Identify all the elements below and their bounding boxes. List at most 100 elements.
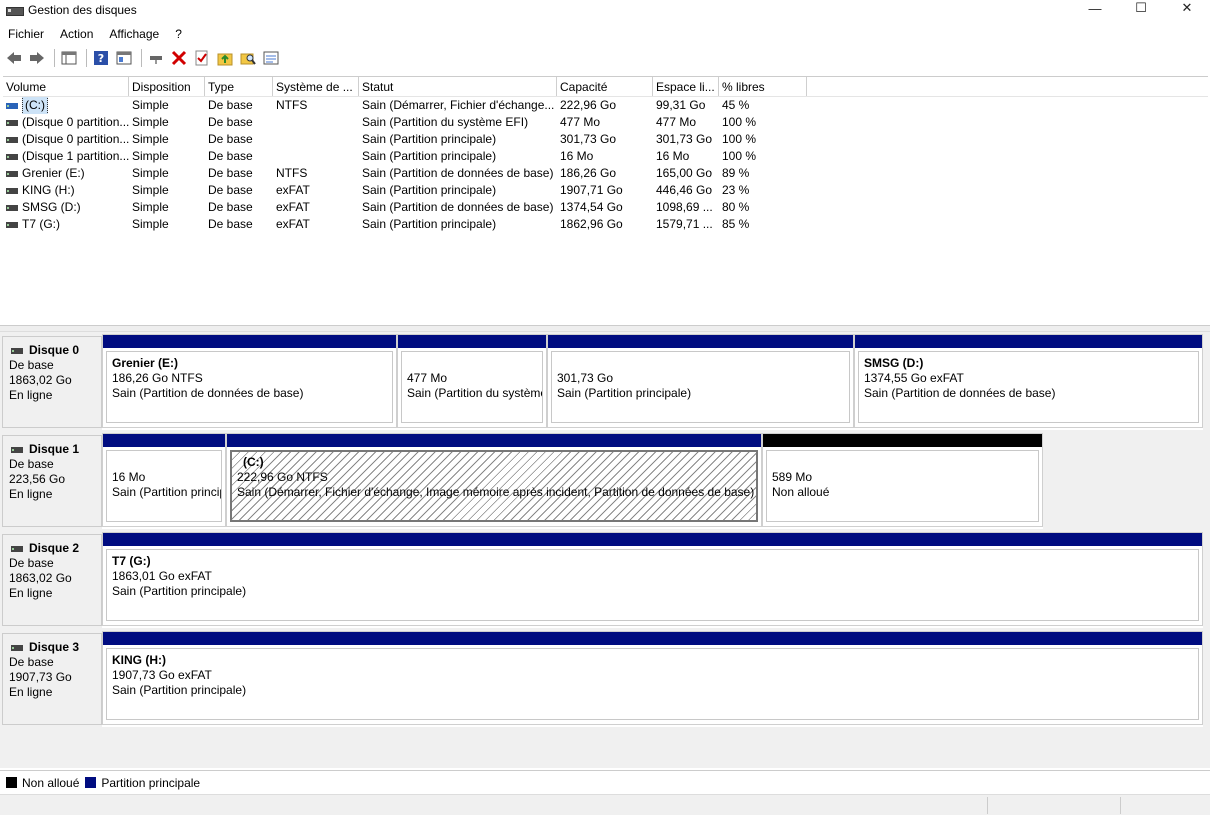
disk-1-info[interactable]: Disque 1 De base 223,56 Go En ligne bbox=[2, 435, 102, 527]
cell-capacite: 301,73 Go bbox=[560, 132, 617, 146]
cell-volume: (C:) bbox=[3, 97, 129, 114]
folder-up-icon[interactable] bbox=[215, 48, 235, 68]
partition-status: Sain (Partition du système EFI) bbox=[407, 386, 543, 400]
connect-drive-icon[interactable] bbox=[146, 48, 166, 68]
column-header-filesystem[interactable]: Système de ... bbox=[273, 77, 359, 96]
back-arrow-icon[interactable] bbox=[4, 48, 24, 68]
partition-name: (C:) bbox=[243, 455, 264, 469]
check-icon[interactable] bbox=[192, 48, 212, 68]
partition-t7[interactable]: T7 (G:) 1863,01 Go exFAT Sain (Partition… bbox=[102, 532, 1203, 626]
partition-name: KING (H:) bbox=[112, 653, 166, 667]
disk-state: En ligne bbox=[9, 586, 53, 600]
disk-2: Disque 2 De base 1863,02 Go En ligne T7 … bbox=[0, 532, 1205, 628]
disk-name: Disque 2 bbox=[29, 541, 80, 555]
partition-efi[interactable]: 477 Mo Sain (Partition du système EFI) bbox=[397, 334, 547, 428]
legend-label: Non alloué bbox=[22, 775, 80, 790]
column-header-volume[interactable]: Volume bbox=[3, 77, 129, 96]
column-header-espace-libre[interactable]: Espace li... bbox=[653, 77, 719, 96]
cell-disposition: Simple bbox=[132, 132, 169, 146]
partition-smsg[interactable]: SMSG (D:) 1374,55 Go exFAT Sain (Partiti… bbox=[854, 334, 1203, 428]
partition-principale-301[interactable]: 301,73 Go Sain (Partition principale) bbox=[547, 334, 854, 428]
partition-king[interactable]: KING (H:) 1907,73 Go exFAT Sain (Partiti… bbox=[102, 631, 1203, 725]
table-row[interactable]: Grenier (E:) Simple De base NTFS Sain (Parti… bbox=[3, 165, 1208, 182]
disk-state: En ligne bbox=[9, 388, 53, 402]
partition-grenier[interactable]: Grenier (E:) 186,26 Go NTFS Sain (Partit… bbox=[102, 334, 397, 428]
disk-icon bbox=[11, 644, 23, 651]
delete-icon[interactable] bbox=[169, 48, 189, 68]
close-button[interactable]: ✕ bbox=[1164, 0, 1210, 16]
cell-pct-libres: 100 % bbox=[722, 149, 757, 163]
table-row[interactable]: (Disque 1 partition... Simple De base Sain … bbox=[3, 148, 1208, 165]
maximize-button[interactable]: ☐ bbox=[1118, 0, 1164, 16]
menu-affichage[interactable]: Affichage bbox=[101, 27, 167, 41]
cell-capacite: 1374,54 Go bbox=[560, 200, 623, 214]
menu-help[interactable]: ? bbox=[167, 27, 190, 41]
disk-list-icon[interactable] bbox=[261, 48, 281, 68]
partition-status: Sain (Partition principale) bbox=[112, 683, 247, 697]
status-divider bbox=[1120, 797, 1121, 814]
cell-capacite: 186,26 Go bbox=[560, 166, 617, 180]
disk-0-partitions: Grenier (E:) 186,26 Go NTFS Sain (Partit… bbox=[102, 334, 1203, 430]
minimize-button[interactable]: — bbox=[1072, 0, 1118, 16]
column-header-pct-libres[interactable]: % libres bbox=[719, 77, 807, 96]
table-row[interactable]: T7 (G:) Simple De base exFAT Sain (Partition… bbox=[3, 216, 1208, 233]
cell-statut: Sain (Partition de données de base) bbox=[362, 200, 554, 214]
cell-espace-libre: 446,46 Go bbox=[656, 183, 713, 197]
cell-volume: T7 (G:) bbox=[3, 216, 129, 233]
column-header-type[interactable]: Type bbox=[205, 77, 273, 96]
forward-arrow-icon[interactable] bbox=[27, 48, 47, 68]
disk-2-info[interactable]: Disque 2 De base 1863,02 Go En ligne bbox=[2, 534, 102, 626]
partition-16mo[interactable]: 16 Mo Sain (Partition principale) bbox=[102, 433, 226, 527]
cell-disposition: Simple bbox=[132, 217, 169, 231]
disk-management-icon bbox=[6, 4, 24, 16]
disk-3-info[interactable]: Disque 3 De base 1907,73 Go En ligne bbox=[2, 633, 102, 725]
menu-action[interactable]: Action bbox=[52, 27, 101, 41]
disk-0: Disque 0 De base 1863,02 Go En ligne Gre… bbox=[0, 334, 1205, 430]
disk-1-partitions: 16 Mo Sain (Partition principale) (C:) 2… bbox=[102, 433, 1043, 529]
help-icon[interactable]: ? bbox=[91, 48, 111, 68]
volume-icon bbox=[6, 102, 18, 109]
disk-name: Disque 1 bbox=[29, 442, 80, 456]
menu-fichier[interactable]: Fichier bbox=[0, 27, 52, 41]
volume-name: (Disque 1 partition... bbox=[22, 149, 129, 163]
table-row[interactable]: (C:) Simple De base NTFS Sain (Démarrer, Fic… bbox=[3, 97, 1208, 114]
partition-unallocated[interactable]: 589 Mo Non alloué bbox=[762, 433, 1043, 527]
disk-0-info[interactable]: Disque 0 De base 1863,02 Go En ligne bbox=[2, 336, 102, 428]
legend-label: Partition principale bbox=[101, 775, 201, 790]
console-tree-icon[interactable] bbox=[59, 48, 79, 68]
cell-capacite: 16 Mo bbox=[560, 149, 594, 163]
volume-icon bbox=[6, 187, 18, 194]
partition-c[interactable]: (C:) 222,96 Go NTFS Sain (Démarrer, Fich… bbox=[226, 433, 762, 527]
partition-name bbox=[557, 356, 844, 371]
partition-body: 301,73 Go Sain (Partition principale) bbox=[551, 351, 850, 423]
cell-type: De base bbox=[208, 98, 253, 112]
partition-body: 477 Mo Sain (Partition du système EFI) bbox=[401, 351, 543, 423]
cell-pct-libres: 80 % bbox=[722, 200, 750, 214]
volume-name: SMSG (D:) bbox=[22, 200, 81, 214]
search-folder-icon[interactable] bbox=[238, 48, 258, 68]
partition-name bbox=[772, 455, 1033, 470]
table-row[interactable]: (Disque 0 partition... Simple De base Sain … bbox=[3, 114, 1208, 131]
table-row[interactable]: SMSG (D:) Simple De base exFAT Sain (Partiti… bbox=[3, 199, 1208, 216]
partition-size: 16 Mo bbox=[112, 470, 146, 484]
volume-icon bbox=[6, 136, 18, 143]
disk-icon bbox=[11, 545, 23, 552]
cell-statut: Sain (Partition principale) bbox=[362, 183, 497, 197]
table-row[interactable]: KING (H:) Simple De base exFAT Sain (Partiti… bbox=[3, 182, 1208, 199]
column-header-disposition[interactable]: Disposition bbox=[129, 77, 205, 96]
cell-espace-libre: 99,31 Go bbox=[656, 98, 706, 112]
disk-icon bbox=[11, 347, 23, 354]
pane-splitter[interactable] bbox=[0, 325, 1210, 332]
cell-statut: Sain (Partition principale) bbox=[362, 149, 497, 163]
column-header-statut[interactable]: Statut bbox=[359, 77, 557, 96]
table-row[interactable]: (Disque 0 partition... Simple De base Sain … bbox=[3, 131, 1208, 148]
cell-statut: Sain (Partition du système EFI) bbox=[362, 115, 529, 129]
column-header-capacite[interactable]: Capacité bbox=[557, 77, 653, 96]
properties-icon[interactable] bbox=[114, 48, 134, 68]
disk-state: En ligne bbox=[9, 487, 53, 501]
volume-name: KING (H:) bbox=[22, 183, 75, 197]
disk-type: De base bbox=[9, 358, 54, 372]
cell-volume: Grenier (E:) bbox=[3, 165, 129, 182]
cell-type: De base bbox=[208, 149, 253, 163]
cell-espace-libre: 1098,69 ... bbox=[656, 200, 713, 214]
